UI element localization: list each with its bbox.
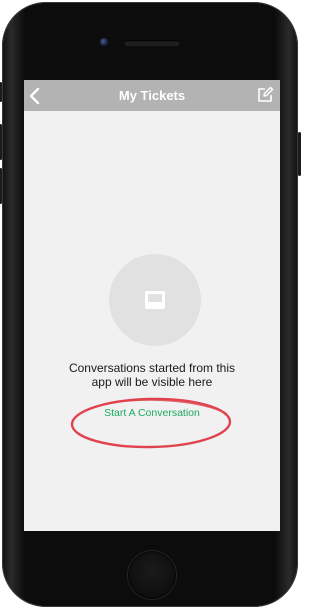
- volume-down-button: [0, 168, 2, 204]
- home-button[interactable]: [128, 551, 176, 599]
- empty-state-line-2: app will be visible here: [91, 375, 213, 389]
- compose-button[interactable]: [256, 86, 274, 104]
- start-conversation-link[interactable]: Start A Conversation: [24, 407, 280, 419]
- mute-switch: [0, 82, 2, 102]
- front-camera: [100, 38, 108, 46]
- app-screen: My Tickets Conversations started from th…: [24, 80, 280, 531]
- power-button: [298, 132, 301, 176]
- volume-up-button: [0, 124, 2, 160]
- inbox-icon: [145, 291, 165, 309]
- empty-state-message: Conversations started from this app will…: [24, 361, 280, 389]
- phone-frame: My Tickets Conversations started from th…: [0, 2, 301, 607]
- navigation-bar: My Tickets: [24, 80, 280, 111]
- page-title: My Tickets: [118, 88, 186, 103]
- earpiece-speaker: [124, 40, 180, 46]
- empty-state-circle: [109, 254, 201, 346]
- compose-icon: [258, 86, 274, 102]
- empty-state-line-1: Conversations started from this: [68, 361, 236, 375]
